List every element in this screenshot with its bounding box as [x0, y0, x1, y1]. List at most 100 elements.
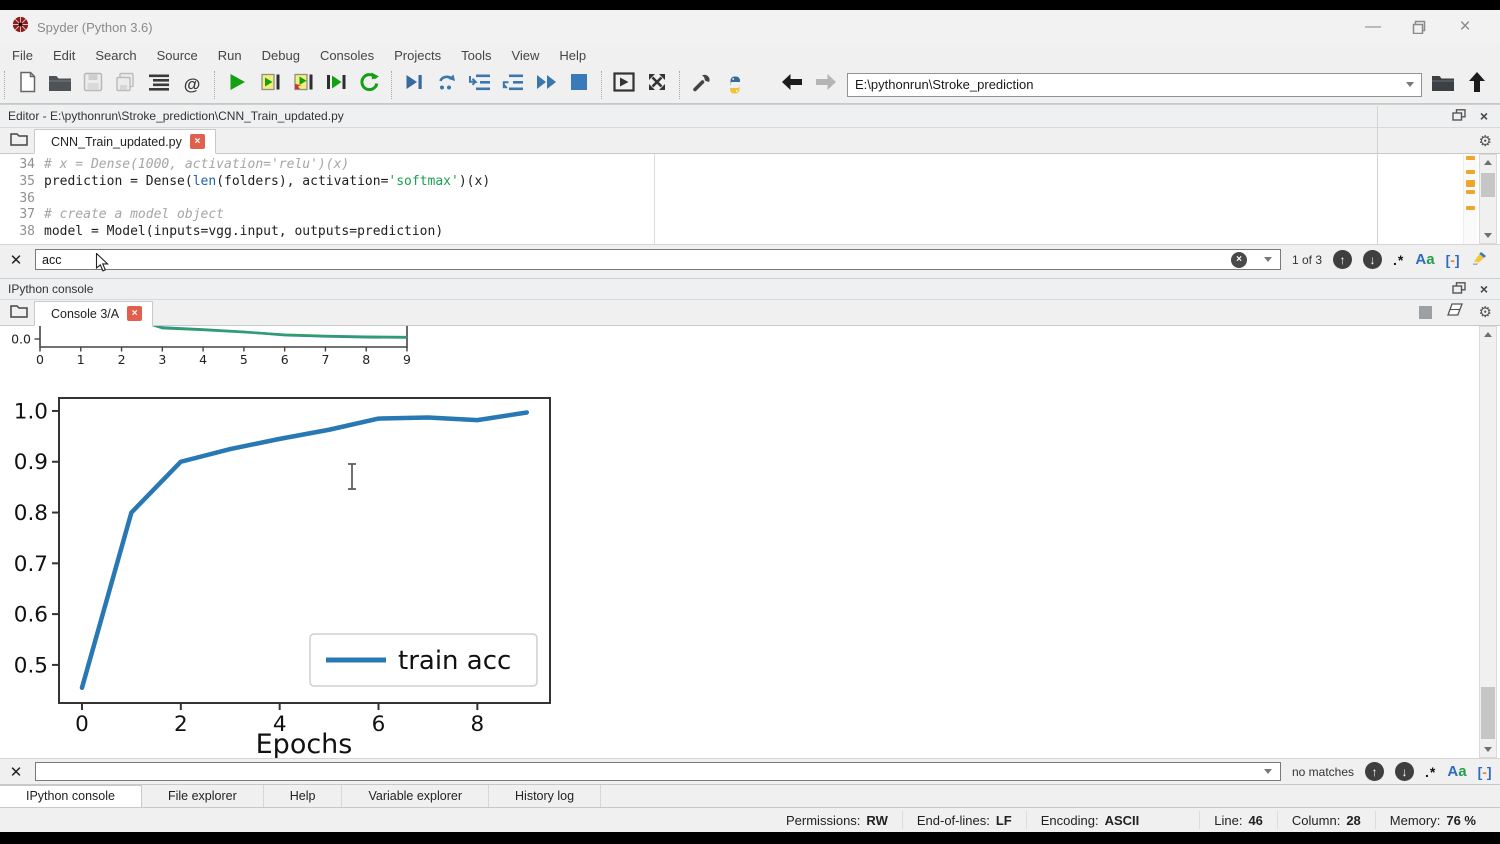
parent-directory-button[interactable]: [1464, 72, 1490, 98]
undock-pane-icon[interactable]: [1452, 109, 1466, 124]
debug-step-return-button[interactable]: [500, 72, 526, 98]
code-line[interactable]: 34# x = Dense(1000, activation='relu')(x…: [0, 157, 1500, 174]
tools-button[interactable]: [689, 72, 715, 98]
scrollbar-up-arrow[interactable]: [1480, 327, 1496, 342]
menu-debug[interactable]: Debug: [252, 46, 310, 65]
code-editor[interactable]: 34# x = Dense(1000, activation='relu')(x…: [0, 154, 1500, 244]
find-next-button[interactable]: ↓: [1395, 762, 1414, 781]
tab-file-explorer[interactable]: File explorer: [142, 785, 264, 807]
close-pane-icon[interactable]: ×: [1480, 109, 1488, 123]
find-close-icon[interactable]: ✕: [8, 763, 24, 781]
find-close-icon[interactable]: ✕: [8, 251, 24, 269]
whole-words-toggle-icon[interactable]: [-]: [1446, 252, 1460, 268]
debug-file-button[interactable]: [401, 72, 427, 98]
code-line[interactable]: 35prediction = Dense(len(folders), activ…: [0, 174, 1500, 191]
interrupt-kernel-icon[interactable]: [1419, 306, 1432, 319]
scrollbar-up-arrow[interactable]: [1480, 155, 1496, 170]
menu-edit[interactable]: Edit: [43, 46, 85, 65]
debug-continue-button[interactable]: [533, 72, 559, 98]
open-file-button[interactable]: [47, 72, 73, 98]
tab-ipython-console[interactable]: IPython console: [0, 785, 142, 807]
find-previous-button[interactable]: ↑: [1365, 762, 1384, 781]
case-sensitive-toggle-icon[interactable]: Aa: [1415, 251, 1434, 269]
menu-run[interactable]: Run: [208, 46, 252, 65]
scrollbar-thumb[interactable]: [1481, 173, 1495, 197]
tab-help[interactable]: Help: [264, 785, 343, 807]
eraser-icon[interactable]: [1447, 303, 1464, 321]
highlight-matches-toggle-icon[interactable]: [1471, 249, 1489, 270]
forward-button[interactable]: [813, 72, 839, 98]
browse-tabs-button[interactable]: [4, 301, 34, 325]
regex-toggle-icon[interactable]: .*: [1425, 764, 1436, 780]
tab-history-log[interactable]: History log: [489, 785, 601, 807]
open-folder-icon: [48, 73, 72, 97]
rerun-file-button[interactable]: [356, 72, 382, 98]
whole-words-toggle-icon[interactable]: [-]: [1478, 764, 1492, 780]
save-all-button[interactable]: [113, 72, 139, 98]
search-history-chevron-icon[interactable]: [1264, 769, 1272, 774]
run-selection-button[interactable]: [323, 72, 349, 98]
menu-view[interactable]: View: [501, 46, 549, 65]
code-line[interactable]: 36: [0, 191, 1500, 208]
code-line[interactable]: 37# create a model object: [0, 207, 1500, 224]
python-logo-icon[interactable]: [722, 72, 748, 98]
restore-button[interactable]: [1396, 12, 1442, 42]
clear-search-icon[interactable]: ×: [1231, 252, 1247, 268]
console-find-bar: ✕ no matches ↑ ↓ .* Aa [-]: [0, 758, 1500, 784]
symbol-finder-button[interactable]: @: [179, 72, 205, 98]
tab-variable-explorer[interactable]: Variable explorer: [342, 785, 489, 807]
menu-search[interactable]: Search: [85, 46, 146, 65]
scrollbar-thumb[interactable]: [1481, 687, 1495, 739]
menu-consoles[interactable]: Consoles: [310, 46, 384, 65]
maximize-pane-button[interactable]: [611, 72, 637, 98]
editor-options-gear-icon[interactable]: ⚙: [1479, 134, 1492, 149]
code-line[interactable]: 38model = Model(inputs=vgg.input, output…: [0, 224, 1500, 241]
menu-file[interactable]: File: [2, 46, 43, 65]
debug-step-into-button[interactable]: [467, 72, 493, 98]
tab-close-icon[interactable]: ×: [190, 134, 205, 149]
debug-step-button[interactable]: [434, 72, 460, 98]
new-file-button[interactable]: [14, 72, 40, 98]
editor-vertical-scrollbar[interactable]: [1479, 154, 1497, 244]
match-counter: 1 of 3: [1292, 253, 1322, 267]
editor-search-input[interactable]: [35, 249, 1281, 270]
console-search-input[interactable]: [35, 762, 1281, 781]
svg-text:9: 9: [403, 352, 411, 367]
close-button[interactable]: ×: [1442, 12, 1488, 42]
find-previous-button[interactable]: ↑: [1333, 250, 1352, 269]
run-cell-advance-button[interactable]: [290, 72, 316, 98]
working-directory-combobox[interactable]: E:\pythonrun\Stroke_prediction: [847, 73, 1422, 97]
save-button[interactable]: [80, 72, 106, 98]
case-sensitive-toggle-icon[interactable]: Aa: [1447, 763, 1466, 781]
regex-toggle-icon[interactable]: .*: [1393, 252, 1404, 268]
minimize-button[interactable]: —: [1350, 12, 1396, 42]
run-cell-icon: [258, 72, 283, 97]
browse-directory-button[interactable]: [1430, 72, 1456, 98]
close-pane-icon[interactable]: ×: [1480, 282, 1488, 296]
console-vertical-scrollbar[interactable]: [1479, 326, 1497, 758]
menu-source[interactable]: Source: [147, 46, 208, 65]
menu-help[interactable]: Help: [549, 46, 596, 65]
console-options-gear-icon[interactable]: ⚙: [1479, 305, 1492, 320]
undock-pane-icon[interactable]: [1452, 282, 1466, 297]
run-file-button[interactable]: [224, 72, 250, 98]
folder-icon: [1431, 73, 1455, 97]
scrollbar-down-arrow[interactable]: [1480, 228, 1496, 243]
code-token: prediction = Dense(: [44, 174, 193, 191]
menu-tools[interactable]: Tools: [451, 46, 501, 65]
ipython-console-output[interactable]: 0.00123456789 1.00.90.80.70.60.502468tra…: [0, 326, 1500, 758]
stop-icon: [570, 73, 588, 96]
find-next-button[interactable]: ↓: [1363, 250, 1382, 269]
editor-tab-cnn-train[interactable]: CNN_Train_updated.py ×: [34, 129, 216, 154]
fullscreen-button[interactable]: [644, 72, 670, 98]
stop-debug-button[interactable]: [566, 72, 592, 98]
console-tab-3a[interactable]: Console 3/A ×: [34, 301, 153, 326]
outline-explorer-button[interactable]: [146, 72, 172, 98]
tab-close-icon[interactable]: ×: [127, 306, 142, 321]
menu-projects[interactable]: Projects: [384, 46, 451, 65]
scrollbar-down-arrow[interactable]: [1480, 742, 1496, 757]
back-button[interactable]: [779, 72, 805, 98]
run-cell-button[interactable]: [257, 72, 283, 98]
browse-tabs-button[interactable]: [4, 129, 34, 153]
search-history-chevron-icon[interactable]: [1264, 257, 1272, 262]
